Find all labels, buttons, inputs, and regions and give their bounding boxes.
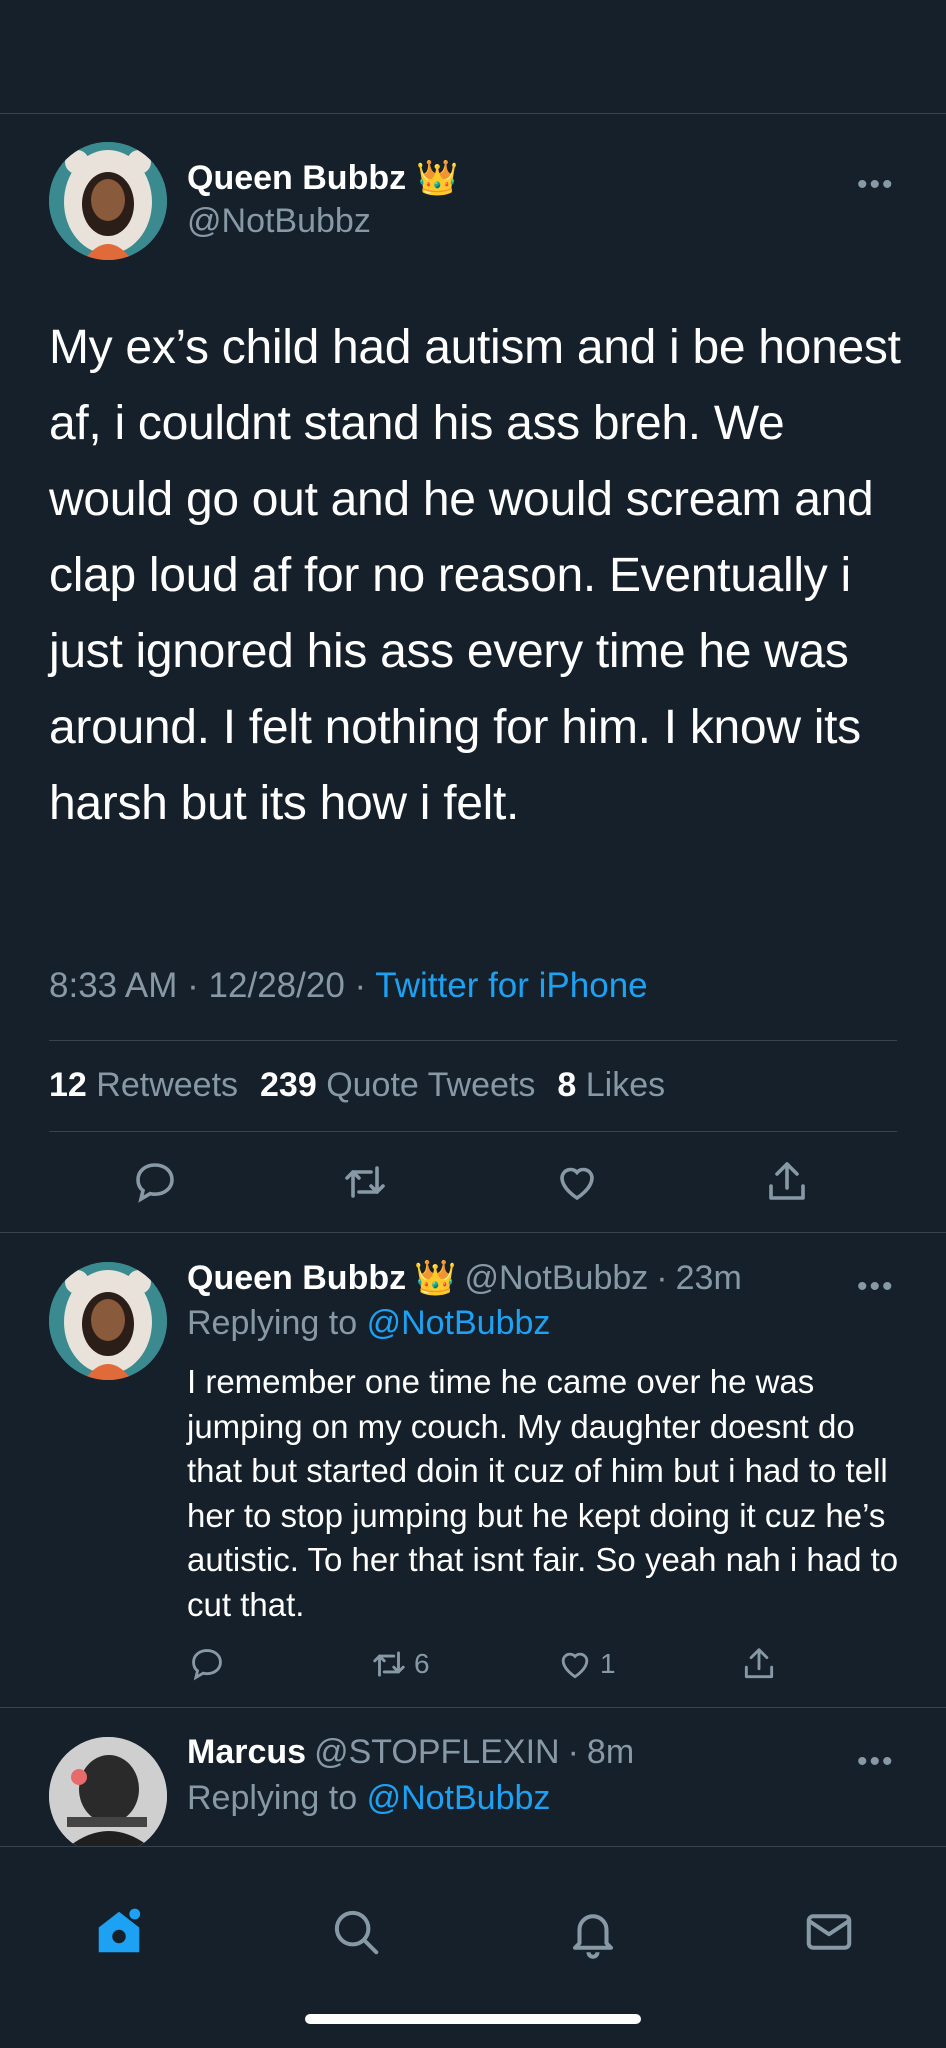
tweet-source-link[interactable]: Twitter for iPhone [375,966,647,1005]
quote-tweets-stat[interactable]: 239 Quote Tweets [260,1066,535,1105]
divider [0,1232,946,1233]
quote-label: Quote Tweets [326,1066,536,1104]
tweet-text: My ex’s child had autism and i be honest… [49,321,901,830]
retweet-icon [373,1651,405,1677]
share-icon[interactable] [763,1158,811,1206]
reply-tweet[interactable]: Marcus @STOPFLEXIN · 8m ••• Replying to … [0,1707,946,1846]
home-icon[interactable] [92,1905,146,1959]
retweets-count: 12 [49,1066,87,1104]
replying-to: Replying to @NotBubbz [187,1304,550,1343]
divider [49,1040,897,1041]
reply-reply-button[interactable] [188,1645,226,1683]
more-dots-icon[interactable]: ••• [857,170,895,200]
reply-like-button[interactable]: 1 [556,1645,616,1683]
reply-icon [192,1649,222,1681]
author-name-row[interactable]: Queen Bubbz 👑 [187,158,458,198]
reply-author-handle[interactable]: @NotBubbz [464,1259,648,1298]
replying-to: Replying to @NotBubbz [187,1779,550,1818]
heart-icon [561,1652,589,1679]
reply-header: Marcus @STOPFLEXIN · 8m [187,1733,634,1772]
reply-share-button[interactable] [740,1645,778,1683]
likes-count: 8 [557,1066,577,1104]
reply-author-name[interactable]: Marcus [187,1733,306,1772]
reply-retweet-button[interactable]: 6 [370,1645,430,1683]
retweets-label: Retweets [96,1066,239,1104]
crown-emoji: 👑 [416,159,459,197]
top-bar [0,0,946,114]
reply-text: I remember one time he came over he was … [187,1363,899,1623]
tweet-date: 12/28/20 [208,966,345,1005]
bell-icon[interactable] [566,1905,620,1959]
likes-label: Likes [585,1066,666,1104]
replying-label: Replying to [187,1304,358,1342]
reply-icon[interactable] [131,1158,179,1206]
home-indicator[interactable] [305,2014,641,2024]
heart-icon[interactable] [553,1158,601,1206]
divider [49,1131,897,1132]
reply-retweet-count: 6 [414,1648,430,1679]
more-dots-icon[interactable]: ••• [857,1272,895,1302]
search-icon[interactable] [329,1905,383,1959]
reply-like-count: 1 [600,1648,616,1679]
retweet-icon[interactable] [341,1158,389,1206]
reply-separator: · [567,1733,579,1771]
reply-author-avatar[interactable] [49,1262,167,1380]
meta-separator-2: · [354,966,367,1005]
share-icon [744,1648,774,1679]
reply-header: Queen Bubbz 👑 @NotBubbz · 23m [187,1258,742,1298]
tweet-meta: 8:33 AM · 12/28/20 · Twitter for iPhone [49,966,648,1006]
meta-separator: · [187,966,199,1005]
author-name[interactable]: Queen Bubbz [187,159,406,198]
reply-separator: · [656,1258,668,1297]
likes-stat[interactable]: 8 Likes [557,1066,665,1105]
author-avatar[interactable] [49,142,167,260]
reply-time: 8m [586,1733,635,1771]
mail-icon[interactable] [802,1905,856,1959]
quote-count: 239 [260,1066,317,1104]
replying-handle-link[interactable]: @NotBubbz [367,1304,551,1342]
replying-handle-link[interactable]: @NotBubbz [367,1779,551,1817]
tweet-stats: 12 Retweets 239 Quote Tweets 8 Likes [49,1066,665,1105]
reply-time: 23m [675,1258,742,1297]
reply-author-avatar[interactable] [49,1737,167,1846]
tweet-time: 8:33 AM [49,966,178,1005]
replying-label: Replying to [187,1779,358,1817]
crown-emoji: 👑 [414,1259,457,1297]
reply-author-name[interactable]: Queen Bubbz [187,1259,406,1298]
author-handle[interactable]: @NotBubbz [187,202,371,241]
reply-author-handle[interactable]: @STOPFLEXIN [314,1733,560,1772]
retweets-stat[interactable]: 12 Retweets [49,1066,238,1105]
more-dots-icon[interactable]: ••• [857,1747,895,1777]
